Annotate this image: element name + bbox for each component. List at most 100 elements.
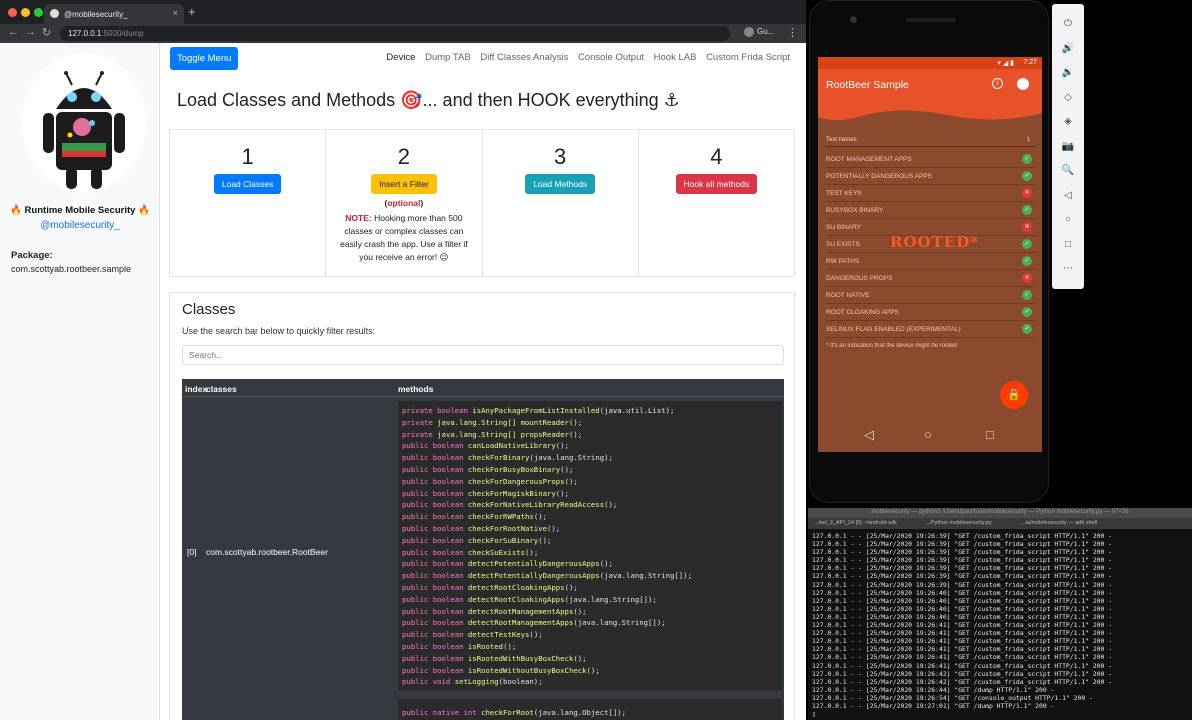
load-methods-button[interactable]: Load Methods — [525, 174, 596, 194]
search-input[interactable] — [182, 345, 784, 365]
terminal-tab[interactable]: ...ia/mobilesecurity — adb shell — [1021, 520, 1097, 526]
zoom-icon[interactable]: 🔍 — [1052, 165, 1084, 176]
maximize-window-icon[interactable] — [34, 8, 43, 17]
status-time: 7:27 — [1023, 59, 1037, 66]
terminal-tab[interactable]: ...ixel_2_API_24 [0] ~/android-sdk — [814, 520, 897, 526]
code-keyword: public boolean — [402, 618, 468, 628]
test-name: RW PATHS — [826, 258, 860, 265]
nav-custom-frida-script[interactable]: Custom Frida Script — [706, 52, 790, 63]
back-nav-icon[interactable]: ◁ — [864, 427, 874, 443]
check-icon: ✓ — [1022, 171, 1032, 181]
check-icon: ✓ — [1022, 290, 1032, 300]
code-args: (java.lang.Object[]); — [533, 708, 627, 717]
browser-tab[interactable]: @mobilesecurity_ × — [44, 4, 184, 24]
rotate-left-icon[interactable]: ◇ — [1052, 92, 1084, 103]
overview-icon[interactable]: □ — [1052, 239, 1084, 250]
code-keyword: public boolean — [402, 571, 468, 581]
code-args: (boolean); — [498, 677, 543, 687]
more-icon[interactable]: ⋯ — [1052, 263, 1084, 274]
profile-button[interactable]: Gu... — [744, 27, 774, 37]
home-nav-icon[interactable]: ○ — [924, 427, 932, 442]
nav-hook-lab[interactable]: Hook LAB — [654, 52, 697, 63]
reload-icon[interactable]: ↻ — [42, 26, 51, 39]
step-3: 3 Load Methods — [483, 130, 639, 276]
code-args: (java.lang.String[]); — [599, 571, 692, 581]
screenshot-icon[interactable]: 📷 — [1052, 141, 1084, 152]
test-name: BUSYBOX BINARY — [826, 207, 884, 214]
code-keyword: public void — [402, 677, 455, 687]
main-content: Toggle Menu Device Dump TAB Diff Classes… — [160, 43, 806, 720]
classes-heading: Classes — [182, 301, 236, 318]
nav-console-output[interactable]: Console Output — [578, 52, 644, 63]
recents-nav-icon[interactable]: □ — [986, 427, 994, 442]
code-args: (); — [568, 417, 583, 427]
camera-icon — [850, 16, 857, 23]
android-emulator: ▾ ◢ ▮ 7:27 RootBeer Sample i Test names 1… — [809, 0, 1049, 503]
forward-icon[interactable]: → — [25, 26, 36, 38]
terminal-line: 127.0.0.1 - - [25/Mar/2020 19:26:41] "GE… — [812, 645, 1113, 654]
close-window-icon[interactable] — [8, 8, 17, 17]
code-keyword: private boolean — [402, 406, 473, 415]
terminal-output[interactable]: 127.0.0.1 - - [25/Mar/2020 19:26:39] "GE… — [808, 529, 1192, 720]
code-method-name: checkForRWPaths — [467, 512, 534, 522]
test-name: DANGEROUS PROPS — [826, 275, 893, 282]
back-icon[interactable]: ← — [8, 26, 19, 38]
code-line: public boolean checkForNativeLibraryRead… — [402, 499, 778, 511]
check-root-fab[interactable]: 🔒 — [1000, 381, 1028, 409]
rotate-right-icon[interactable]: ◈ — [1052, 116, 1084, 127]
code-line: public boolean isRootedWithBusyBoxCheck(… — [402, 653, 778, 665]
top-nav: Device Dump TAB Diff Classes Analysis Co… — [379, 52, 790, 63]
package-value: com.scottyab.rootbeer.sample — [11, 264, 132, 274]
test-name: SU EXISTS — [826, 241, 860, 248]
code-method-name: isRooted — [467, 641, 504, 651]
terminal-line: 127.0.0.1 - - [25/Mar/2020 19:26:39] "GE… — [812, 540, 1113, 549]
nav-dump-tab[interactable]: Dump TAB — [425, 52, 471, 63]
address-bar[interactable]: 127.0.0.1:5000/dump — [60, 26, 730, 41]
hook-all-methods-button[interactable]: Hook all methods — [675, 174, 758, 194]
column-classes: classes — [206, 384, 237, 394]
classes-card: Classes Use the search bar below to quic… — [169, 292, 795, 720]
tab-close-icon[interactable]: × — [173, 8, 178, 18]
test-row: RW PATHS ✓ — [826, 253, 1036, 270]
browser-toolbar: ← → ↻ 127.0.0.1:5000/dump Gu... ⋮ — [0, 24, 806, 43]
power-icon[interactable]: ⏻ — [1052, 18, 1084, 29]
minimize-window-icon[interactable] — [21, 8, 30, 17]
load-classes-button[interactable]: Load Classes — [213, 174, 282, 194]
code-args: (java.util.List); — [599, 406, 675, 415]
insert-filter-button[interactable]: Insert a Filter — [371, 174, 437, 194]
menu-icon[interactable]: ⋮ — [787, 26, 798, 39]
toggle-menu-button[interactable]: Toggle Menu — [170, 47, 239, 70]
volume-up-icon[interactable]: 🔊 — [1052, 43, 1084, 54]
code-keyword: public boolean — [402, 441, 468, 451]
back-icon[interactable]: ◁ — [1052, 190, 1084, 201]
code-keyword: public boolean — [402, 559, 468, 569]
cross-icon: ✕ — [1022, 222, 1032, 232]
new-tab-icon[interactable]: + — [188, 4, 196, 19]
test-name: SU BINARY — [826, 224, 861, 231]
code-keyword: public boolean — [402, 630, 468, 640]
step-2: 2 Insert a Filter (optional) NOTE: Hooki… — [326, 130, 483, 276]
next-row-code-block: public native int checkForRoot(java.lang… — [398, 699, 782, 720]
code-keyword: public boolean — [402, 547, 468, 557]
github-icon[interactable] — [1017, 78, 1029, 90]
code-line: public boolean checkForRWPaths(); — [402, 511, 778, 523]
classes-subtitle: Use the search bar below to quickly filt… — [182, 326, 376, 336]
volume-down-icon[interactable]: 🔉 — [1052, 67, 1084, 78]
code-keyword: public native int — [402, 708, 482, 717]
code-line: public boolean checkForDangerousProps(); — [402, 476, 778, 488]
home-icon[interactable]: ○ — [1052, 214, 1084, 225]
code-line: public boolean checkSuExists(); — [402, 547, 778, 559]
terminal-tab[interactable]: ...Python mobilesecurity.py — [926, 520, 991, 526]
status-bar: ▾ ◢ ▮ 7:27 — [818, 57, 1042, 69]
code-line: public native int checkForRoot(java.lang… — [402, 707, 778, 719]
nav-diff-classes-analysis[interactable]: Diff Classes Analysis — [480, 52, 568, 63]
code-line: private boolean isAnyPackageFromListInst… — [402, 405, 778, 417]
nav-device[interactable]: Device — [386, 52, 415, 63]
sidebar: 🔥 Runtime Mobile Security 🔥 @mobilesecur… — [0, 43, 160, 720]
android-logo — [22, 53, 146, 193]
test-name: POTENTIALLY DANGEROUS APPS — [826, 173, 932, 180]
info-icon[interactable]: i — [992, 78, 1003, 89]
twitter-handle-link[interactable]: @mobilesecurity_ — [0, 220, 160, 231]
steps-panel: 1 Load Classes 2 Insert a Filter (option… — [169, 129, 795, 277]
code-line: public boolean canLoadNativeLibrary(); — [402, 440, 778, 452]
